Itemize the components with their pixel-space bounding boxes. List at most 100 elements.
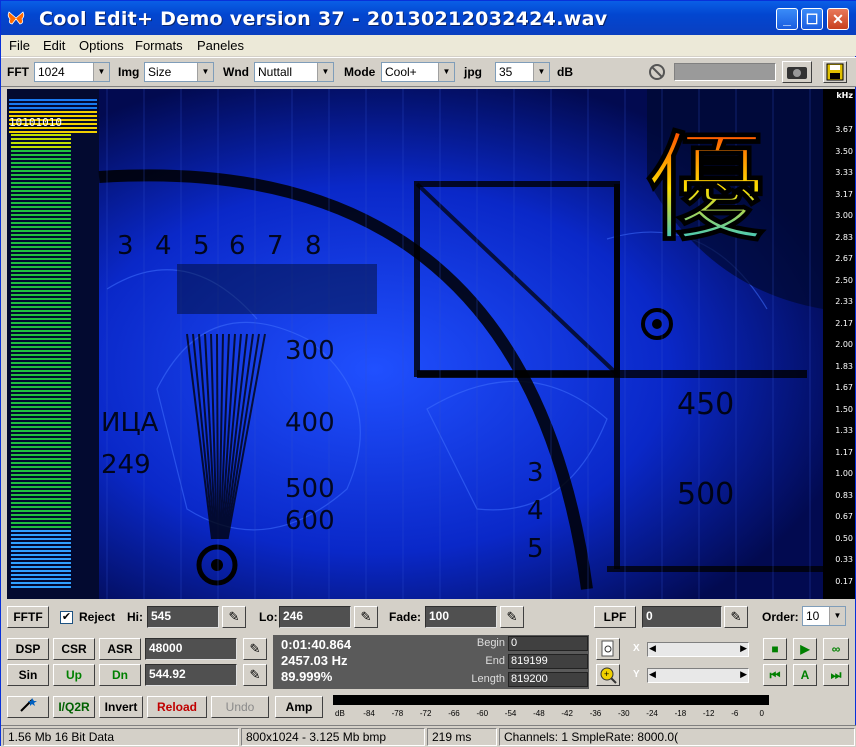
minimize-button[interactable]: _ xyxy=(776,8,798,30)
eyedropper-icon: ✎ xyxy=(249,641,261,656)
fftf-button[interactable]: FFTF xyxy=(7,606,49,628)
dsp-button[interactable]: DSP xyxy=(7,638,49,660)
lpf-input[interactable]: 0 xyxy=(642,606,722,628)
lpf-pick-button[interactable]: ✎ xyxy=(724,606,748,628)
img-select[interactable]: Size ▼ xyxy=(144,62,214,82)
overlay-500b: 500 xyxy=(677,477,734,512)
db-tick-label: -30 xyxy=(618,709,630,718)
db-tick-label: -84 xyxy=(363,709,375,718)
spectral-stripe xyxy=(11,426,71,428)
scale-tick: 2.33 xyxy=(835,297,853,306)
page-zoom-icon xyxy=(601,640,614,657)
spectral-stripe xyxy=(11,358,71,360)
wnd-select[interactable]: Nuttall ▼ xyxy=(254,62,334,82)
reject-checkbox[interactable]: ✔ xyxy=(60,611,73,624)
rate-input[interactable]: 48000 xyxy=(145,638,237,660)
spectral-stripe xyxy=(11,574,71,576)
zoom-page-button[interactable] xyxy=(596,638,620,660)
order-select[interactable]: 10 ▼ xyxy=(802,606,846,626)
length-field[interactable]: 819200 xyxy=(508,672,588,687)
eyedropper-icon: ✎ xyxy=(249,667,261,682)
camera-icon xyxy=(787,67,807,79)
spectral-stripe xyxy=(9,107,97,109)
spectral-stripe xyxy=(11,206,71,208)
spectral-stripe xyxy=(11,186,71,188)
fade-pick-button[interactable]: ✎ xyxy=(500,606,524,628)
loop-button[interactable]: ∞ xyxy=(823,638,849,660)
menu-formats[interactable]: Formats xyxy=(135,38,183,53)
amp-button[interactable]: Amp xyxy=(275,696,323,718)
sin-button[interactable]: Sin xyxy=(7,664,49,686)
spectral-stripe xyxy=(11,162,71,164)
lo-pick-button[interactable]: ✎ xyxy=(354,606,378,628)
spectral-stripe xyxy=(11,478,71,480)
menu-edit[interactable]: Edit xyxy=(43,38,65,53)
spectral-stripe xyxy=(11,318,71,320)
menu-file[interactable]: File xyxy=(9,38,30,53)
y-slider[interactable]: ◀ ▶ xyxy=(647,668,749,683)
undo-button[interactable]: Undo xyxy=(211,696,269,718)
a-marker-button[interactable]: A xyxy=(793,664,817,686)
freq-input[interactable]: 544.92 xyxy=(145,664,237,686)
spectral-stripe xyxy=(11,350,71,352)
forward-button[interactable]: ⏭ xyxy=(823,664,849,686)
lpf-button[interactable]: LPF xyxy=(594,606,636,628)
db-tick-label: -54 xyxy=(504,709,517,718)
scale-tick: 1.50 xyxy=(835,404,853,414)
play-button[interactable]: ▶ xyxy=(793,638,817,660)
chevron-down-icon: ▼ xyxy=(317,63,333,81)
title-bar[interactable]: Cool Edit+ Demo version 37 - 20130212032… xyxy=(1,1,856,35)
hi-input[interactable]: 545 xyxy=(147,606,219,628)
freq-pick-button[interactable]: ✎ xyxy=(243,664,267,686)
spectral-stripe xyxy=(11,546,71,548)
spectral-stripe xyxy=(11,582,71,584)
spectral-stripe xyxy=(9,131,97,133)
wizard-button[interactable] xyxy=(7,696,49,718)
zoom-in-button[interactable]: + xyxy=(596,664,620,686)
mode-select[interactable]: Cool+ ▼ xyxy=(381,62,455,82)
spectral-stripe xyxy=(11,270,71,272)
rewind-button[interactable]: ⏮ xyxy=(763,664,787,686)
close-button[interactable]: ✕ xyxy=(827,8,849,30)
rate-pick-button[interactable]: ✎ xyxy=(243,638,267,660)
begin-field[interactable]: 0 xyxy=(508,636,588,651)
no-entry-icon[interactable] xyxy=(648,63,666,81)
dn-button[interactable]: Dn xyxy=(99,664,141,686)
db-tick-label: -72 xyxy=(419,709,432,718)
chevron-down-icon: ▼ xyxy=(438,63,454,81)
overlay-number-4: 4 xyxy=(155,231,172,261)
lo-input[interactable]: 246 xyxy=(279,606,351,628)
csr-button[interactable]: CSR xyxy=(53,638,95,660)
spectrogram-view[interactable]: 3 4 5 6 7 8 300 400 500 600 ИЦА 249 3 4 … xyxy=(7,89,823,599)
spectral-stripe xyxy=(11,238,71,240)
spectral-stripe xyxy=(11,526,71,528)
db-tick-label: -78 xyxy=(391,709,404,718)
spectral-stripe xyxy=(11,274,71,276)
asr-button[interactable]: ASR xyxy=(99,638,141,660)
fade-input[interactable]: 100 xyxy=(425,606,497,628)
menu-options[interactable]: Options xyxy=(79,38,124,53)
invert-button[interactable]: Invert xyxy=(99,696,143,718)
fft-select[interactable]: 1024 ▼ xyxy=(34,62,110,82)
spectral-stripe xyxy=(11,138,71,140)
menu-paneles[interactable]: Paneles xyxy=(197,38,244,53)
camera-button[interactable] xyxy=(782,61,812,83)
reload-button[interactable]: Reload xyxy=(147,696,207,718)
up-button[interactable]: Up xyxy=(53,664,95,686)
jpg-select[interactable]: 35 ▼ xyxy=(495,62,550,82)
x-slider[interactable]: ◀ ▶ xyxy=(647,642,749,657)
end-field[interactable]: 819199 xyxy=(508,654,588,669)
hi-pick-button[interactable]: ✎ xyxy=(222,606,246,628)
db-tick-label: 0 xyxy=(759,709,764,718)
spectral-stripe xyxy=(11,534,71,536)
spectral-stripe xyxy=(11,378,71,380)
scale-tick: 0.50 xyxy=(835,533,853,543)
menu-bar: File Edit Options Formats Paneles xyxy=(1,35,856,56)
spectral-stripe xyxy=(11,458,71,460)
save-button[interactable] xyxy=(823,61,847,83)
maximize-button[interactable]: ☐ xyxy=(801,8,823,30)
stop-button[interactable]: ■ xyxy=(763,638,787,660)
order-value: 10 xyxy=(806,609,820,623)
iq-button[interactable]: I/Q2R xyxy=(53,696,95,718)
spectral-stripe xyxy=(11,158,71,160)
